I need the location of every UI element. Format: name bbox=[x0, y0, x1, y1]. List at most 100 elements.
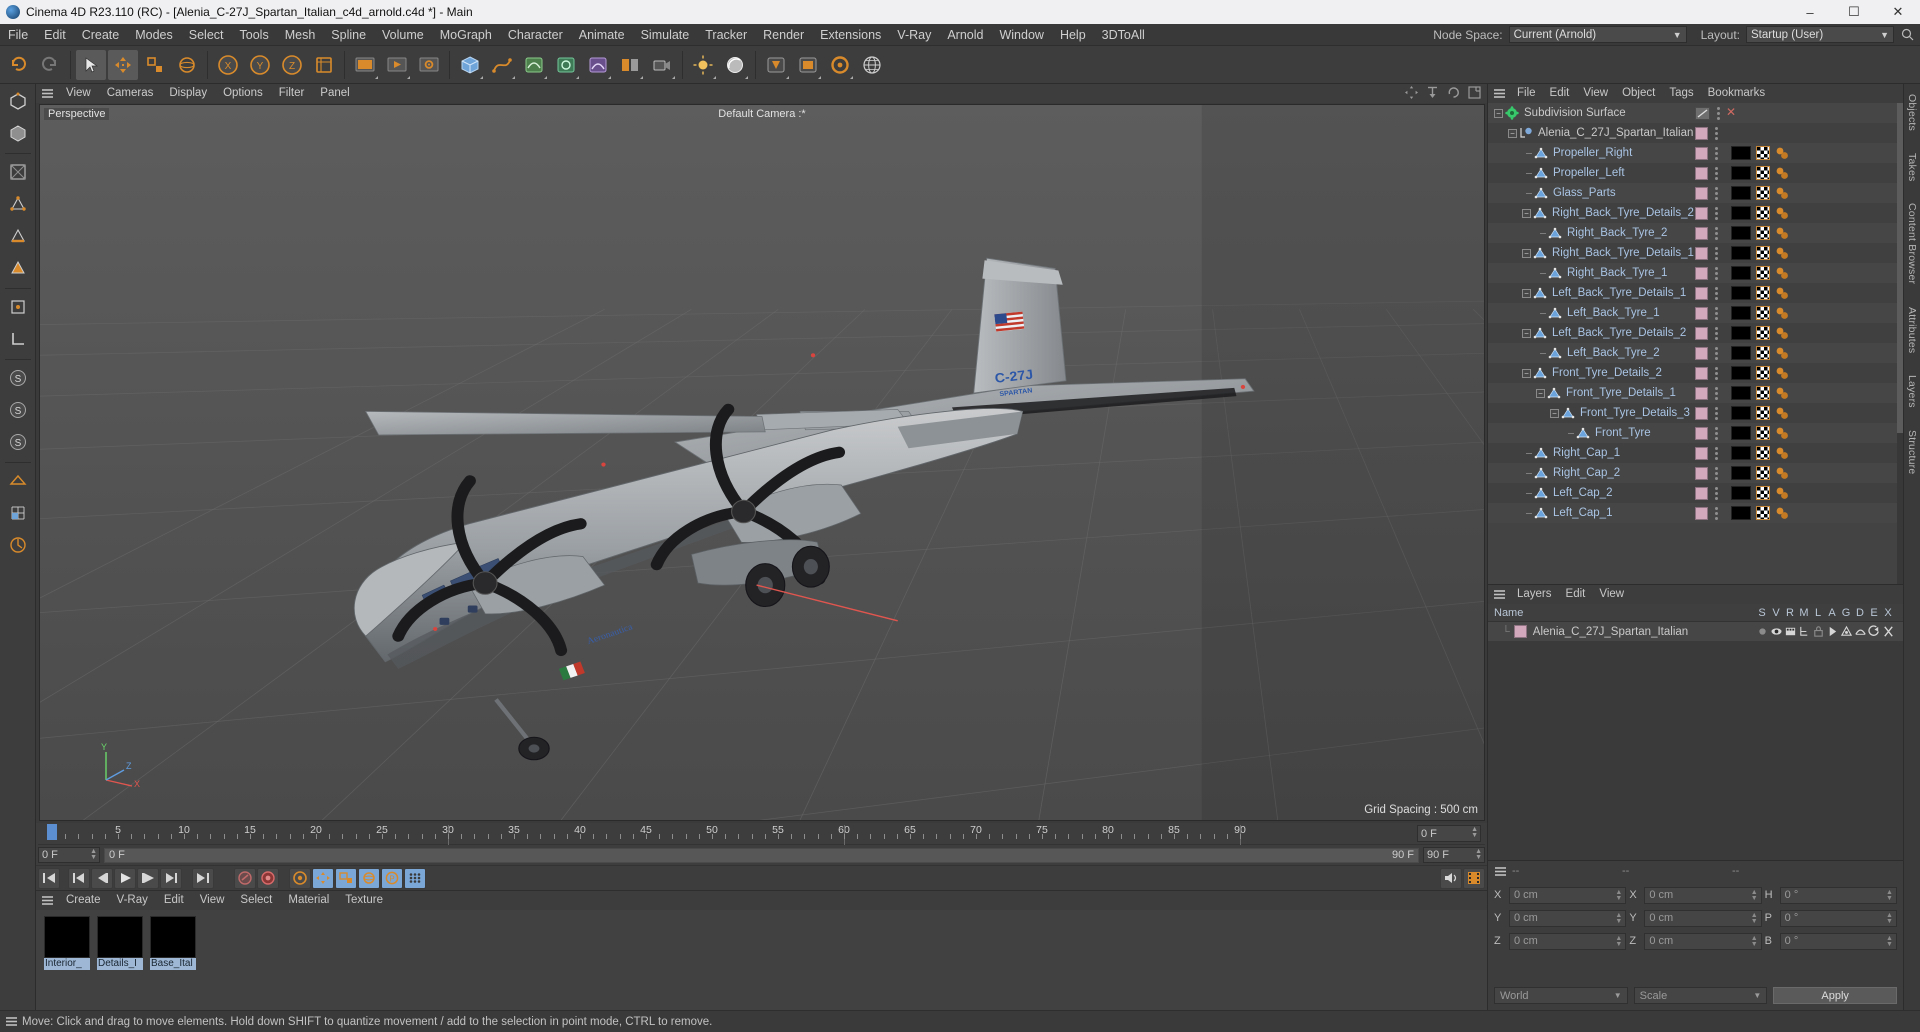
menu-spline[interactable]: Spline bbox=[323, 24, 374, 46]
uv-tag[interactable] bbox=[1775, 246, 1789, 260]
object-row[interactable]: Left_Back_Tyre_1 bbox=[1488, 303, 1903, 323]
layer-color-tag[interactable] bbox=[1695, 186, 1708, 200]
material-tag[interactable] bbox=[1731, 246, 1751, 260]
move-tool-button[interactable] bbox=[108, 49, 138, 80]
tab-content-browser[interactable]: Content Browser bbox=[1906, 197, 1918, 290]
texture-tag[interactable] bbox=[1756, 286, 1770, 300]
menu-extensions[interactable]: Extensions bbox=[812, 24, 889, 46]
material-tag[interactable] bbox=[1731, 326, 1751, 340]
redo-button[interactable] bbox=[35, 50, 65, 80]
tag-handle-dots[interactable] bbox=[1714, 346, 1719, 360]
tab-layers[interactable]: Layers bbox=[1906, 369, 1918, 414]
menu-create[interactable]: Create bbox=[74, 24, 128, 46]
object-row[interactable]: Front_Tyre bbox=[1488, 423, 1903, 443]
collapse-toggle[interactable]: − bbox=[1522, 208, 1531, 218]
menu-mograph[interactable]: MoGraph bbox=[432, 24, 500, 46]
layer-color-tag[interactable] bbox=[1695, 366, 1708, 380]
texture-tag[interactable] bbox=[1756, 506, 1770, 520]
enable-axis-button[interactable] bbox=[3, 292, 33, 322]
uv-tag[interactable] bbox=[1775, 506, 1789, 520]
collapse-toggle[interactable]: − bbox=[1522, 288, 1531, 298]
globe-button[interactable] bbox=[857, 50, 887, 80]
material-item[interactable]: Interior_ bbox=[44, 916, 90, 1004]
material-tag[interactable] bbox=[1731, 186, 1751, 200]
select-live-tool-button[interactable] bbox=[76, 49, 106, 80]
point-level-animation-button[interactable] bbox=[404, 867, 426, 889]
spinner-icon[interactable]: ▲ ▼ bbox=[1751, 935, 1758, 948]
coordinate-mode-select[interactable]: Scale ▼ bbox=[1633, 987, 1768, 1004]
material-menu-material[interactable]: Material bbox=[280, 891, 337, 910]
coord-field-h[interactable]: 0 ° ▲ ▼ bbox=[1779, 886, 1897, 904]
hamburger-icon[interactable] bbox=[1488, 866, 1512, 877]
tag-handle-dots[interactable] bbox=[1714, 266, 1719, 280]
uv-tag[interactable] bbox=[1775, 306, 1789, 320]
material-tag[interactable] bbox=[1731, 226, 1751, 240]
object-row[interactable]: Right_Cap_2 bbox=[1488, 463, 1903, 483]
world-coordinate-button[interactable] bbox=[309, 50, 339, 80]
layer-color-tag[interactable] bbox=[1695, 206, 1708, 220]
key-rotation-button[interactable] bbox=[358, 867, 380, 889]
texture-tag[interactable] bbox=[1756, 306, 1770, 320]
layer-color-tag[interactable] bbox=[1695, 446, 1708, 460]
tab-takes[interactable]: Takes bbox=[1906, 147, 1918, 187]
tag-handle-dots[interactable] bbox=[1714, 326, 1719, 340]
rotate-view-icon[interactable] bbox=[1447, 86, 1460, 102]
expressions-flag[interactable] bbox=[1867, 625, 1881, 638]
object-row[interactable]: Right_Back_Tyre_2 bbox=[1488, 223, 1903, 243]
uv-tag[interactable] bbox=[1775, 146, 1789, 160]
visible-flag[interactable] bbox=[1769, 625, 1783, 638]
layer-color-tag[interactable] bbox=[1695, 286, 1708, 300]
object-row[interactable]: Right_Cap_1 bbox=[1488, 443, 1903, 463]
layer-color-tag[interactable] bbox=[1695, 386, 1708, 400]
texture-tag[interactable] bbox=[1756, 446, 1770, 460]
world-axis-button[interactable] bbox=[3, 324, 33, 354]
tag-handle-dots[interactable] bbox=[1714, 426, 1719, 440]
material-tag[interactable] bbox=[1731, 166, 1751, 180]
object-row[interactable]: Glass_Parts bbox=[1488, 183, 1903, 203]
collapse-toggle[interactable]: − bbox=[1536, 388, 1545, 398]
texture-tag[interactable] bbox=[1756, 346, 1770, 360]
object-row[interactable]: − Alenia_C_27J_Spartan_Italian bbox=[1488, 123, 1903, 143]
hamburger-icon[interactable] bbox=[36, 895, 58, 906]
add-scene-object-button[interactable] bbox=[615, 50, 645, 80]
material-menu-edit[interactable]: Edit bbox=[156, 891, 192, 910]
uv-tag[interactable] bbox=[1775, 206, 1789, 220]
tag-handle-dots[interactable] bbox=[1714, 146, 1719, 160]
snap-s1-button[interactable]: S bbox=[3, 363, 33, 393]
render-view-button[interactable] bbox=[350, 50, 380, 80]
timeline-right-frame-field[interactable]: 0 F ▲ ▼ bbox=[1417, 825, 1481, 842]
hamburger-icon[interactable] bbox=[1488, 589, 1510, 600]
editable-object-button[interactable] bbox=[3, 86, 33, 116]
keyframe-selection-button[interactable] bbox=[289, 867, 311, 889]
current-frame-field[interactable]: 0 F ▲ ▼ bbox=[38, 847, 100, 863]
uv-tag[interactable] bbox=[1775, 286, 1789, 300]
uv-tag[interactable] bbox=[1775, 386, 1789, 400]
layer-color-tag[interactable] bbox=[1695, 126, 1708, 140]
manager-flag[interactable] bbox=[1797, 625, 1811, 638]
tag-handle-dots[interactable] bbox=[1714, 446, 1719, 460]
material-tag[interactable] bbox=[1731, 386, 1751, 400]
tag-handle-dots[interactable] bbox=[1714, 366, 1719, 380]
tag-handle-dots[interactable] bbox=[1714, 206, 1719, 220]
texture-tag[interactable] bbox=[1756, 206, 1770, 220]
menu-simulate[interactable]: Simulate bbox=[633, 24, 698, 46]
menu-arnold[interactable]: Arnold bbox=[939, 24, 991, 46]
tag-handle-dots[interactable] bbox=[1714, 386, 1719, 400]
uv-tag[interactable] bbox=[1775, 446, 1789, 460]
coord-field-pos-x[interactable]: 0 cm ▲ ▼ bbox=[1509, 886, 1627, 904]
tab-structure[interactable]: Structure bbox=[1906, 424, 1918, 480]
texture-tag[interactable] bbox=[1756, 466, 1770, 480]
add-spline-button[interactable] bbox=[487, 50, 517, 80]
collapse-toggle[interactable]: − bbox=[1550, 408, 1559, 418]
collapse-toggle[interactable]: − bbox=[1522, 248, 1531, 258]
add-cube-button[interactable] bbox=[455, 50, 485, 80]
add-camera-button[interactable] bbox=[647, 50, 677, 80]
texture-tag[interactable] bbox=[1756, 266, 1770, 280]
texture-tag[interactable] bbox=[1756, 486, 1770, 500]
tag-handle-dots[interactable] bbox=[1714, 166, 1719, 180]
lock-flag[interactable] bbox=[1811, 625, 1825, 638]
material-tag[interactable] bbox=[1731, 426, 1751, 440]
object-row[interactable]: Left_Cap_2 bbox=[1488, 483, 1903, 503]
uv-tag[interactable] bbox=[1775, 426, 1789, 440]
object-row[interactable]: − Left_Back_Tyre_Details_1 bbox=[1488, 283, 1903, 303]
